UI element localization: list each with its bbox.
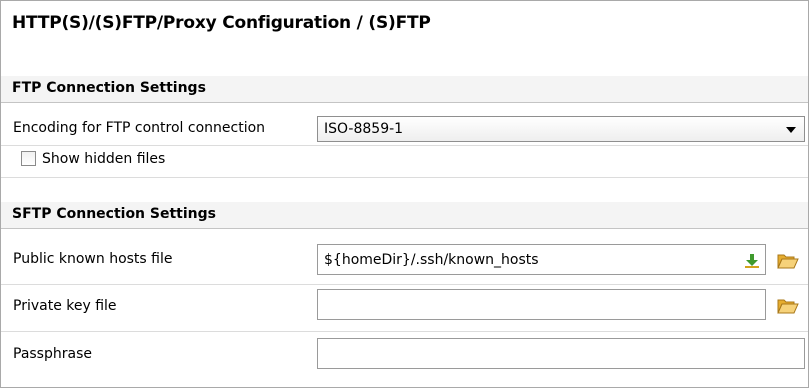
known-hosts-input[interactable] <box>317 244 766 275</box>
private-key-row: Private key file <box>1 285 808 332</box>
folder-open-icon[interactable] <box>777 252 799 270</box>
folder-open-icon[interactable] <box>777 297 799 315</box>
page-title: HTTP(S)/(S)FTP/Proxy Configuration / (S)… <box>12 13 431 33</box>
encoding-value: ISO-8859-1 <box>324 121 404 137</box>
passphrase-label: Passphrase <box>13 346 92 362</box>
encoding-combobox[interactable]: ISO-8859-1 <box>317 116 805 142</box>
known-hosts-row: Public known hosts file <box>1 238 808 285</box>
show-hidden-label[interactable]: Show hidden files <box>42 151 165 167</box>
show-hidden-checkbox[interactable] <box>21 151 36 166</box>
preferences-page: HTTP(S)/(S)FTP/Proxy Configuration / (S)… <box>0 0 809 388</box>
ftp-section-header: FTP Connection Settings <box>1 76 808 103</box>
known-hosts-label: Public known hosts file <box>13 251 173 267</box>
ftp-section-title: FTP Connection Settings <box>12 80 206 96</box>
passphrase-input[interactable] <box>317 338 805 369</box>
sftp-section-header: SFTP Connection Settings <box>1 202 808 229</box>
private-key-input[interactable] <box>317 289 766 320</box>
passphrase-row: Passphrase <box>1 332 808 387</box>
sftp-section-title: SFTP Connection Settings <box>12 206 216 222</box>
chevron-down-icon[interactable] <box>786 127 796 133</box>
private-key-label: Private key file <box>13 298 117 314</box>
show-hidden-row: Show hidden files <box>1 146 808 178</box>
encoding-label: Encoding for FTP control connection <box>13 120 266 136</box>
download-icon[interactable] <box>744 253 760 269</box>
encoding-row: Encoding for FTP control connection ISO-… <box>1 113 808 146</box>
